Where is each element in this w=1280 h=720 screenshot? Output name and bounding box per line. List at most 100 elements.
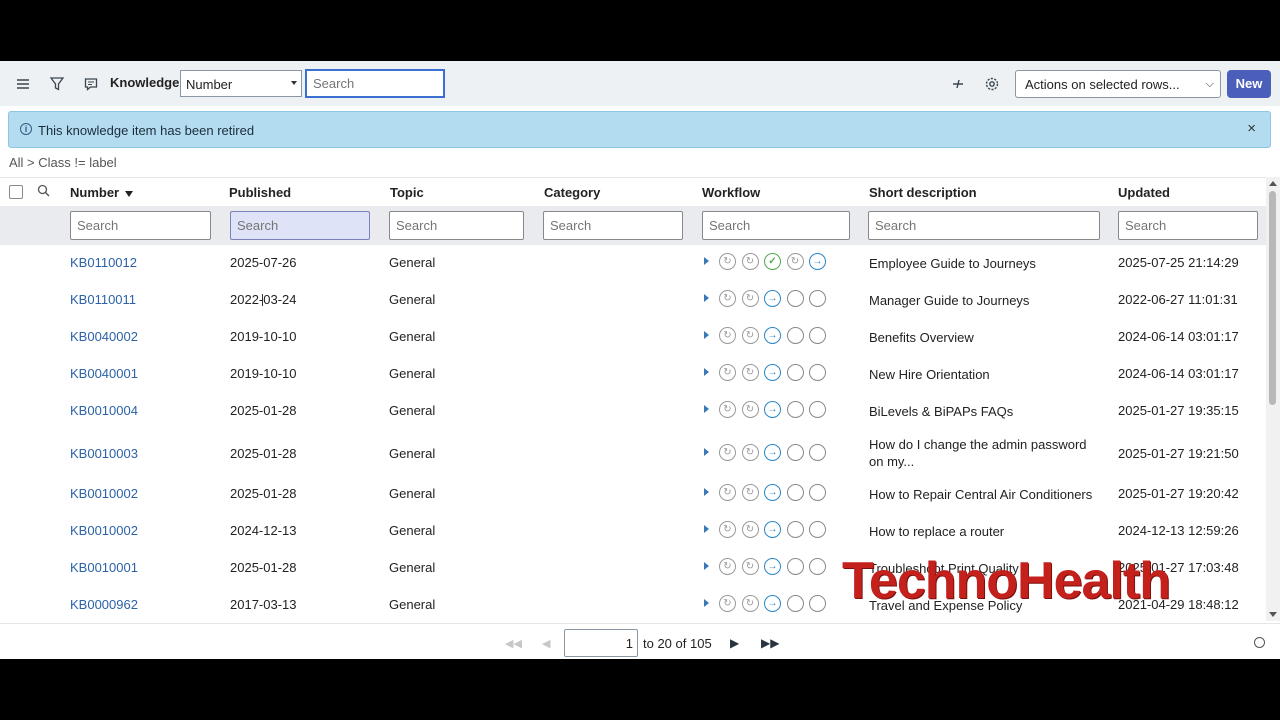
short-description-search-input[interactable] — [868, 211, 1100, 240]
list-search-input[interactable] — [305, 69, 445, 98]
column-header-topic[interactable]: Topic — [390, 185, 424, 200]
expand-workflow-icon[interactable] — [704, 331, 709, 339]
filter-icon[interactable] — [46, 73, 68, 95]
workflow-stage-empty-icon — [809, 484, 826, 501]
table-row[interactable]: KB0010004 2025-01-28 General BiLevels & BiP… — [0, 393, 1266, 430]
expand-workflow-icon[interactable] — [704, 488, 709, 496]
table-row[interactable]: KB0010003 2025-01-28 General How do I chang… — [0, 430, 1266, 476]
updated-cell: 2022-06-27 11:01:31 — [1118, 292, 1238, 307]
close-icon[interactable]: × — [1247, 120, 1256, 137]
number-link[interactable]: KB0040002 — [70, 329, 138, 344]
category-search-input[interactable] — [543, 211, 683, 240]
scroll-down-icon[interactable] — [1269, 612, 1277, 617]
scrollbar-thumb[interactable] — [1269, 191, 1276, 405]
vertical-scrollbar[interactable] — [1266, 177, 1280, 621]
expand-workflow-icon[interactable] — [704, 294, 709, 302]
expand-workflow-icon[interactable] — [704, 599, 709, 607]
actions-select[interactable]: Actions on selected rows... ⌵ — [1015, 70, 1221, 98]
workflow-stage-skipped-icon: ↻ — [741, 595, 759, 612]
number-link[interactable]: KB0010002 — [70, 523, 138, 538]
new-button[interactable]: New — [1227, 70, 1271, 98]
published-search-input[interactable] — [230, 211, 370, 240]
chat-icon[interactable] — [80, 73, 102, 95]
column-header-short-description[interactable]: Short description — [869, 185, 977, 200]
column-header-workflow[interactable]: Workflow — [702, 185, 760, 200]
topic-cell: General — [389, 292, 436, 307]
pin-icon[interactable] — [947, 73, 969, 95]
search-field-select[interactable]: Number — [180, 70, 302, 97]
expand-workflow-icon[interactable] — [704, 405, 709, 413]
number-link[interactable]: KB0010004 — [70, 403, 138, 418]
last-page-icon[interactable]: ▶▶ — [761, 636, 779, 650]
expand-workflow-icon[interactable] — [704, 525, 709, 533]
scroll-up-icon[interactable] — [1269, 181, 1277, 186]
clock-icon[interactable] — [1254, 637, 1265, 648]
workflow-stage-current-icon: → — [764, 595, 781, 612]
table-row[interactable]: KB0110012 2025-07-26 General Employee Guide… — [0, 245, 1266, 282]
select-all-checkbox[interactable] — [9, 185, 23, 199]
short-description-cell: New Hire Orientation — [869, 367, 990, 382]
topic-cell: General — [389, 597, 436, 612]
table-row[interactable]: KB0010002 2024-12-13 General How to replace… — [0, 513, 1266, 550]
number-link[interactable]: KB0110011 — [70, 292, 136, 307]
updated-cell: 2025-01-27 19:20:42 — [1118, 486, 1239, 501]
published-cell: 2019-10-10 — [230, 366, 297, 381]
updated-search-input[interactable] — [1118, 211, 1258, 240]
number-link[interactable]: KB0040001 — [70, 366, 138, 381]
workflow-stage-empty-icon — [809, 521, 826, 538]
page-number-input[interactable] — [564, 629, 638, 657]
column-header-number[interactable]: Number — [70, 185, 134, 200]
workflow-stage-empty-icon — [786, 364, 804, 381]
topic-search-input[interactable] — [389, 211, 524, 240]
watermark-logo: TechnoHealth — [842, 552, 1171, 610]
breadcrumb[interactable]: All > Class != label — [9, 155, 117, 170]
column-header-updated[interactable]: Updated — [1118, 185, 1170, 200]
menu-icon[interactable] — [12, 73, 34, 95]
expand-workflow-icon[interactable] — [704, 368, 709, 376]
workflow-stage-skipped-icon: ↻ — [719, 521, 736, 538]
chevron-down-icon: ⌵ — [1205, 78, 1214, 90]
banner-message: This knowledge item has been retired — [38, 123, 255, 138]
workflow-stage-skipped-icon: ↻ — [719, 558, 736, 575]
number-link[interactable]: KB0010003 — [70, 446, 138, 461]
short-description-cell: How to Repair Central Air Conditioners — [869, 487, 1093, 502]
workflow-stage-skipped-icon: ↻ — [719, 290, 736, 307]
expand-workflow-icon[interactable] — [704, 257, 709, 265]
short-description-cell: BiLevels & BiPAPs FAQs — [869, 404, 1014, 419]
search-icon[interactable] — [37, 184, 50, 202]
published-cell: 2025-01-28 — [230, 560, 297, 575]
text-cursor-icon — [262, 294, 265, 306]
gear-icon[interactable] — [981, 73, 1003, 95]
table-row[interactable]: KB0040001 2019-10-10 General New Hire Orien… — [0, 356, 1266, 393]
topic-cell: General — [389, 560, 436, 575]
number-link[interactable]: KB0010001 — [70, 560, 138, 575]
expand-workflow-icon[interactable] — [704, 448, 709, 456]
workflow-stage-skipped-icon: ↻ — [741, 290, 759, 307]
workflow-stage-skipped-icon: ↻ — [741, 484, 759, 501]
workflow-stage-skipped-icon: ↻ — [719, 253, 736, 270]
workflow-search-input[interactable] — [702, 211, 850, 240]
workflow-stage-empty-icon — [809, 364, 826, 381]
first-page-icon[interactable]: ◀◀ — [505, 637, 522, 650]
expand-workflow-icon[interactable] — [704, 562, 709, 570]
topic-cell: General — [389, 403, 436, 418]
workflow-stage-skipped-icon: ↻ — [741, 558, 759, 575]
column-header-category[interactable]: Category — [544, 185, 600, 200]
topic-cell: General — [389, 255, 436, 270]
number-link[interactable]: KB0110012 — [70, 255, 137, 270]
workflow-stage-done-icon: ✓ — [764, 253, 781, 270]
workflow-stage-empty-icon — [786, 401, 804, 418]
table-row[interactable]: KB0010002 2025-01-28 General How to Repair … — [0, 476, 1266, 513]
workflow-stage-skipped-icon: ↻ — [719, 327, 736, 344]
number-search-input[interactable] — [70, 211, 211, 240]
workflow-stage-current-icon: → — [764, 521, 781, 538]
table-row[interactable]: KB0110011 2022-03-24 General Manager Guide … — [0, 282, 1266, 319]
column-header-published[interactable]: Published — [229, 185, 291, 200]
table-row[interactable]: KB0040002 2019-10-10 General Benefits Overv… — [0, 319, 1266, 356]
next-page-icon[interactable]: ▶ — [730, 636, 739, 650]
previous-page-icon[interactable]: ◀ — [542, 637, 550, 650]
published-cell: 2025-07-26 — [230, 255, 297, 270]
number-link[interactable]: KB0000962 — [70, 597, 138, 612]
number-link[interactable]: KB0010002 — [70, 486, 138, 501]
published-cell: 2025-01-28 — [230, 486, 297, 501]
